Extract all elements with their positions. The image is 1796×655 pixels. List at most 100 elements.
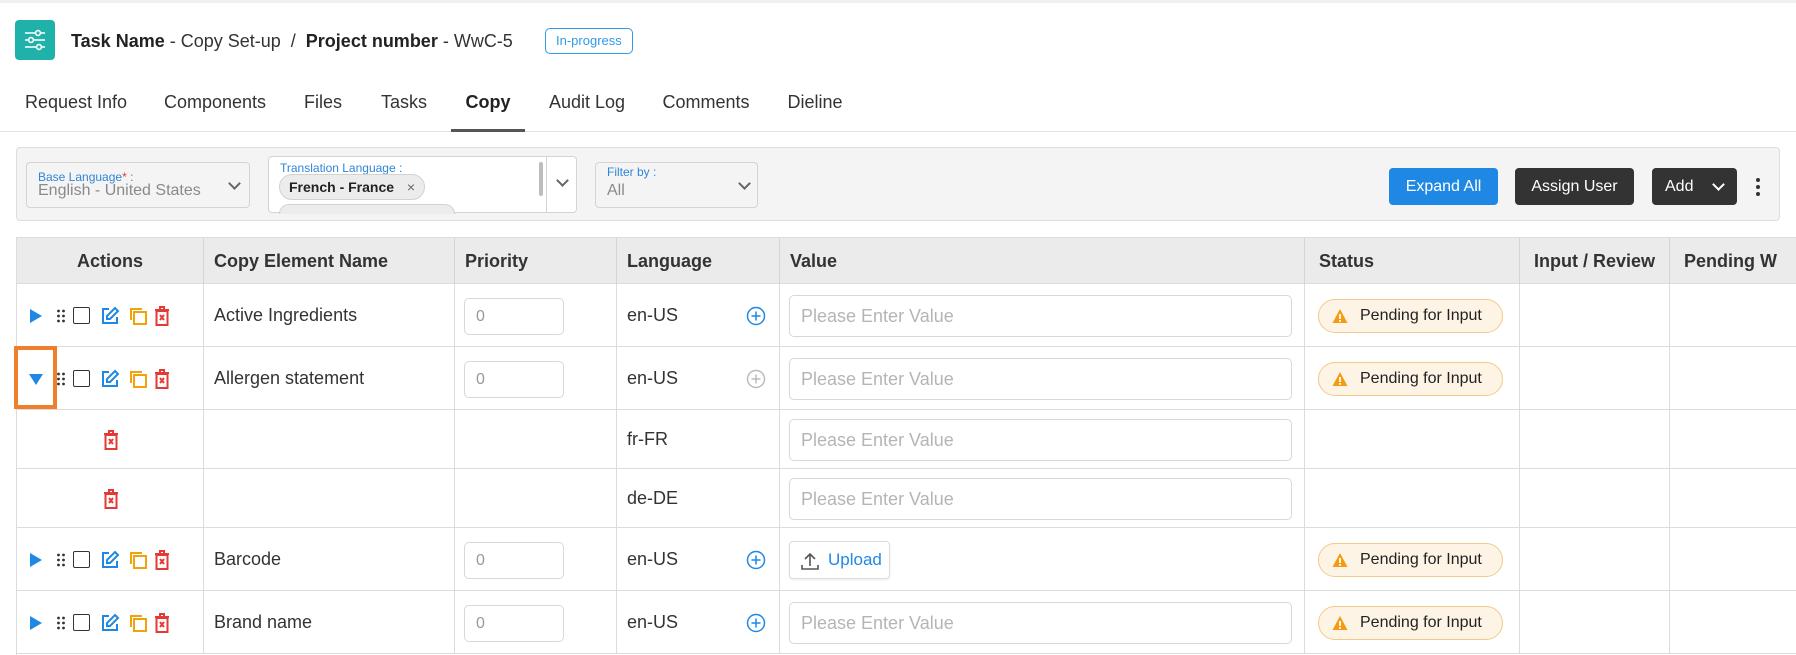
filter-by-select[interactable]: Filter by : All: [595, 162, 758, 208]
edit-icon[interactable]: [100, 613, 120, 638]
status-text: Pending for Input: [1360, 369, 1482, 387]
table-cell: 0: [455, 347, 617, 409]
edit-icon[interactable]: [100, 550, 120, 575]
select-divider: [546, 157, 547, 212]
copy-icon[interactable]: [128, 306, 148, 331]
copy-table: Actions Copy Element Name Priority Langu…: [16, 237, 1796, 655]
table-cell: [1670, 591, 1796, 653]
edit-icon[interactable]: [100, 306, 120, 331]
table-cell: [1670, 528, 1796, 590]
add-language-icon[interactable]: [746, 306, 766, 331]
table-cell: [455, 410, 617, 468]
close-icon[interactable]: ×: [407, 175, 415, 199]
status-badge: Pending for Input: [1318, 361, 1503, 396]
col-pending: Pending W: [1670, 238, 1796, 284]
priority-input[interactable]: 0: [464, 297, 564, 335]
assign-user-button[interactable]: Assign User: [1515, 168, 1634, 205]
col-value: Value: [780, 238, 1305, 284]
delete-icon[interactable]: [154, 549, 170, 575]
table-cell: [204, 469, 455, 527]
tab-dieline[interactable]: Dieline: [780, 80, 850, 132]
value-input[interactable]: Please Enter Value: [789, 357, 1292, 400]
drag-handle-icon[interactable]: [57, 372, 65, 391]
tab-audit-log[interactable]: Audit Log: [543, 80, 631, 132]
col-language: Language: [617, 238, 780, 284]
add-button[interactable]: Add: [1652, 168, 1737, 205]
add-language-icon[interactable]: [746, 613, 766, 638]
chevron-down-icon: [228, 177, 241, 190]
translation-language-select[interactable]: Translation Language : French - France ×: [268, 156, 577, 214]
upload-button[interactable]: Upload: [789, 540, 890, 579]
table-cell: Please Enter Value: [780, 469, 1305, 527]
table-cell: de-DE: [617, 469, 780, 527]
col-actions: Actions: [17, 238, 204, 284]
priority-input[interactable]: 0: [464, 604, 564, 642]
copy-icon[interactable]: [128, 369, 148, 394]
table-cell: 0: [455, 591, 617, 653]
expand-toggle-icon[interactable]: [29, 615, 43, 635]
table-row: Active Ingredients 0 en-US Please Enter Val…: [17, 284, 1796, 347]
expand-toggle-icon[interactable]: [29, 552, 43, 572]
language-chip[interactable]: French - France ×: [279, 174, 426, 200]
status-badge: Pending for Input: [1318, 298, 1503, 333]
tab-components[interactable]: Components: [156, 80, 274, 132]
table-cell: Please Enter Value: [780, 284, 1305, 346]
delete-icon[interactable]: [103, 429, 119, 455]
row-checkbox[interactable]: [73, 550, 90, 568]
tab-comments[interactable]: Comments: [654, 80, 758, 132]
status-badge: Pending for Input: [1318, 605, 1503, 640]
table-cell: en-US: [617, 528, 780, 590]
table-cell: en-US: [617, 591, 780, 653]
col-input-review: Input / Review: [1520, 238, 1670, 284]
upload-label: Upload: [828, 549, 882, 569]
tab-copy[interactable]: Copy: [451, 80, 525, 132]
delete-icon[interactable]: [154, 305, 170, 331]
page-header: Task Name - Copy Set-up / Project number…: [0, 0, 1796, 76]
add-language-icon[interactable]: [746, 550, 766, 575]
row-checkbox[interactable]: [73, 369, 90, 387]
delete-icon[interactable]: [154, 368, 170, 394]
language-code: fr-FR: [627, 428, 668, 449]
table-cell: [17, 284, 204, 346]
row-checkbox[interactable]: [73, 306, 90, 324]
language-code: en-US: [627, 304, 679, 325]
table-cell: Please Enter Value: [780, 347, 1305, 409]
table-row: Allergen statement 0 en-US Please Enter Val…: [17, 347, 1796, 410]
value-input[interactable]: Please Enter Value: [789, 294, 1292, 337]
base-language-select[interactable]: Base Language* : English - United States: [26, 162, 250, 208]
value-input[interactable]: Please Enter Value: [789, 477, 1292, 520]
table-cell: Pending for Input: [1305, 528, 1520, 590]
drag-handle-icon[interactable]: [57, 616, 65, 635]
drag-handle-icon[interactable]: [57, 553, 65, 572]
value-input[interactable]: Please Enter Value: [789, 601, 1292, 644]
expand-all-button[interactable]: Expand All: [1389, 168, 1498, 205]
status-text: Pending for Input: [1360, 613, 1482, 631]
copy-icon[interactable]: [128, 550, 148, 575]
value-input[interactable]: Please Enter Value: [789, 418, 1292, 461]
more-options-icon[interactable]: [1756, 178, 1760, 196]
tab-request-info[interactable]: Request Info: [16, 80, 136, 132]
priority-input[interactable]: 0: [464, 360, 564, 398]
chevron-down-icon[interactable]: [556, 174, 569, 187]
table-cell: [455, 469, 617, 527]
expand-toggle-icon[interactable]: [29, 308, 43, 328]
table-cell: [1670, 284, 1796, 346]
copy-element-name: Barcode: [214, 548, 282, 569]
edit-icon[interactable]: [100, 369, 120, 394]
sliders-icon: [15, 20, 55, 60]
table-cell: [1520, 284, 1670, 346]
priority-input[interactable]: 0: [464, 541, 564, 579]
language-chip-overflow: [279, 204, 455, 214]
language-chip-label: French - France: [289, 179, 395, 195]
tab-files[interactable]: Files: [292, 80, 354, 132]
scrollbar[interactable]: [539, 162, 543, 196]
table-cell: [204, 410, 455, 468]
row-checkbox[interactable]: [73, 613, 90, 631]
drag-handle-icon[interactable]: [57, 309, 65, 328]
table-cell: Please Enter Value: [780, 410, 1305, 468]
delete-icon[interactable]: [103, 488, 119, 514]
copy-element-name: Active Ingredients: [214, 304, 358, 325]
tab-tasks[interactable]: Tasks: [370, 80, 438, 132]
delete-icon[interactable]: [154, 612, 170, 638]
copy-icon[interactable]: [128, 613, 148, 638]
